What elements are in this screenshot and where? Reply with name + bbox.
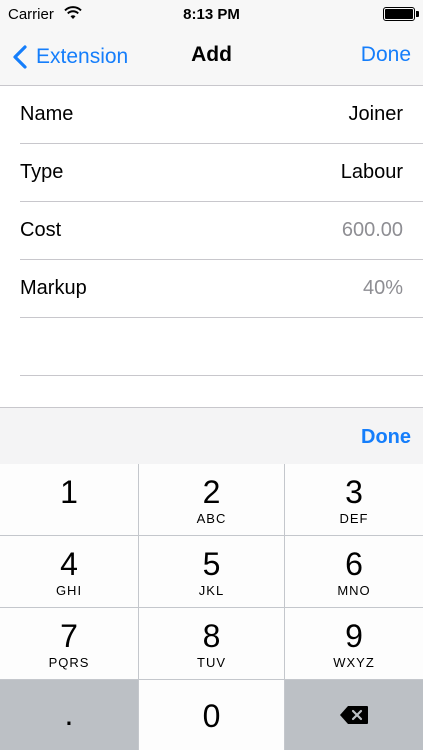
key-8[interactable]: 8 TUV <box>139 608 284 679</box>
clock: 8:13 PM <box>183 6 240 23</box>
key-2-digit: 2 <box>202 474 221 510</box>
key-7[interactable]: 7 PQRS <box>0 608 138 679</box>
key-8-letters: TUV <box>197 655 226 670</box>
page-title: Add <box>191 43 232 66</box>
keyboard-done-button[interactable]: Done <box>361 426 411 449</box>
form-row-name[interactable]: Name Joiner <box>0 86 423 144</box>
keyboard-accessory-bar: Done <box>0 407 423 464</box>
key-5[interactable]: 5 JKL <box>139 536 284 607</box>
key-6-digit: 6 <box>345 546 363 582</box>
key-3[interactable]: 3 DEF <box>285 464 423 535</box>
key-3-letters: DEF <box>339 511 369 526</box>
name-field[interactable]: Joiner <box>349 103 403 126</box>
key-4-letters: GHI <box>55 583 83 598</box>
key-1[interactable]: 1 <box>0 464 138 535</box>
numeric-keypad: 1 2 ABC 3 DEF 4 GHI 5 JKL 6 MNO 7 PQRS 8… <box>0 464 423 750</box>
key-2[interactable]: 2 ABC <box>139 464 284 535</box>
key-3-digit: 3 <box>345 474 363 510</box>
key-9[interactable]: 9 WXYZ <box>285 608 423 679</box>
type-field[interactable]: Labour <box>341 161 403 184</box>
key-9-letters: WXYZ <box>333 655 375 670</box>
key-5-letters: JKL <box>198 583 225 598</box>
form-row-cost[interactable]: Cost 600.00 <box>0 202 423 260</box>
markup-label: Markup <box>20 277 87 299</box>
key-5-digit: 5 <box>202 546 221 582</box>
navigation-bar: Extension Add Done <box>0 30 423 86</box>
markup-field[interactable]: 40% <box>363 277 403 300</box>
key-4[interactable]: 4 GHI <box>0 536 138 607</box>
key-decimal[interactable]: . <box>0 680 138 750</box>
battery-icon <box>383 7 419 21</box>
form-row-empty <box>0 318 423 376</box>
form-row-markup[interactable]: Markup 40% <box>0 260 423 318</box>
key-0-digit: 0 <box>202 698 221 734</box>
key-9-digit: 9 <box>345 618 363 654</box>
key-delete[interactable] <box>285 680 423 750</box>
type-label: Type <box>20 161 64 183</box>
cost-field[interactable]: 600.00 <box>342 219 403 242</box>
key-4-digit: 4 <box>60 546 78 582</box>
done-button[interactable]: Done <box>361 43 411 67</box>
key-2-letters: ABC <box>196 511 227 526</box>
key-decimal-symbol: . <box>64 696 74 732</box>
key-7-digit: 7 <box>60 618 78 654</box>
key-1-digit: 1 <box>60 474 78 510</box>
form-row-type[interactable]: Type Labour <box>0 144 423 202</box>
key-6-letters: MNO <box>337 583 371 598</box>
key-6[interactable]: 6 MNO <box>285 536 423 607</box>
name-label: Name <box>20 103 74 125</box>
key-8-digit: 8 <box>202 618 221 654</box>
cost-label: Cost <box>20 219 62 241</box>
form-list: Name Joiner Type Labour Cost 600.00 Mark… <box>0 86 423 376</box>
delete-backspace-icon <box>340 706 368 724</box>
key-7-letters: PQRS <box>48 655 90 670</box>
status-bar: Carrier 8:13 PM <box>0 0 423 30</box>
key-0[interactable]: 0 <box>139 680 284 750</box>
